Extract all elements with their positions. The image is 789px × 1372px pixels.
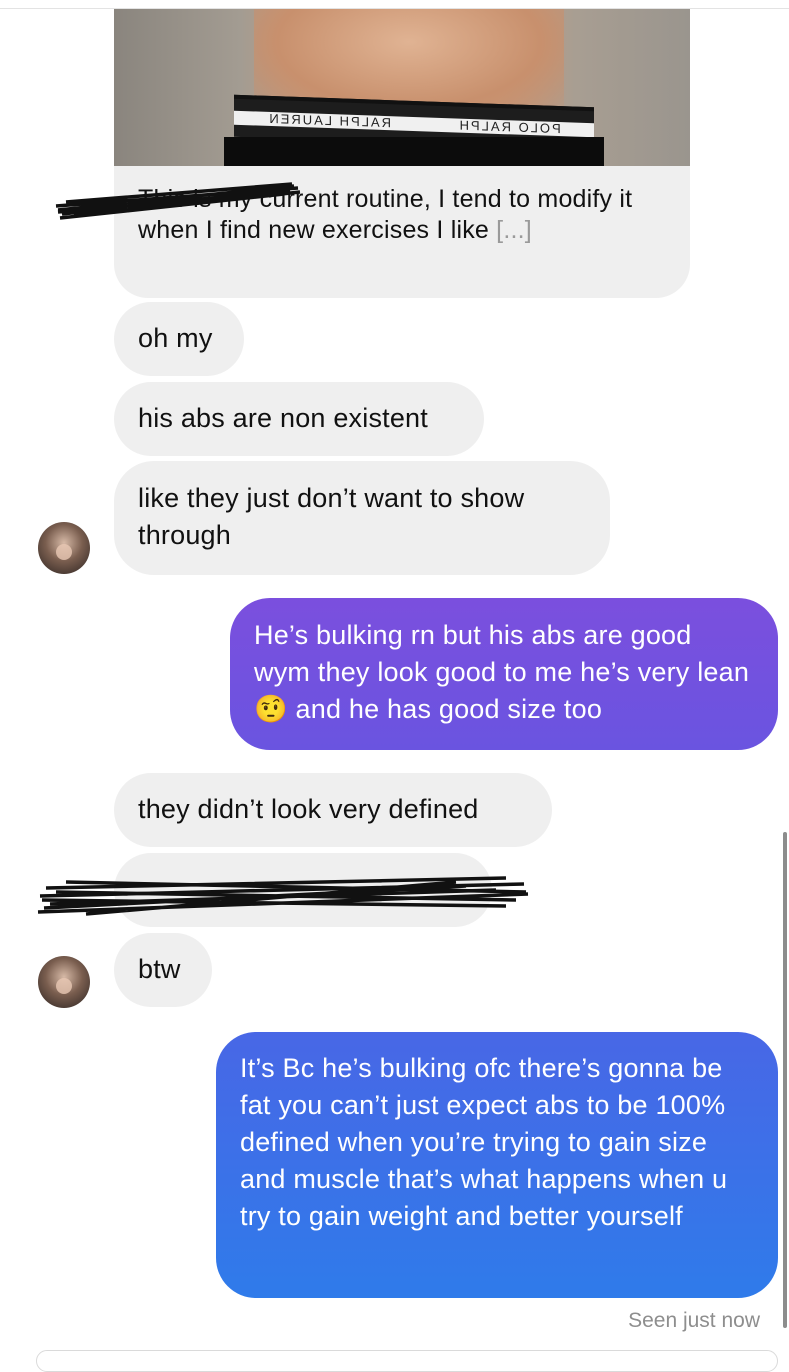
- message-text: his abs are non existent: [138, 403, 428, 433]
- message-text-part-1: He’s bulking rn but his abs are good wym…: [254, 620, 750, 687]
- photo-caption-bubble[interactable]: This is my current routine, I tend to mo…: [114, 166, 690, 298]
- photo-shorts: [224, 137, 604, 166]
- message-text: they didn’t look very defined: [138, 794, 479, 824]
- message-them-6[interactable]: btw: [114, 933, 212, 1007]
- message-them-4[interactable]: they didn’t look very defined: [114, 773, 552, 847]
- message-me-2[interactable]: It’s Bc he’s bulking ofc there’s gonna b…: [216, 1032, 778, 1298]
- caption-more-link[interactable]: [...]: [496, 216, 532, 244]
- message-text: like they just don’t want to show throug…: [138, 483, 525, 550]
- caption-text: This is my current routine, I tend to mo…: [138, 185, 633, 244]
- photo-brand-left: POLO RALPH: [457, 117, 561, 137]
- photo-brand-right: RALPH LAUREN: [267, 110, 392, 131]
- sender-avatar[interactable]: [38, 956, 90, 1008]
- message-them-3[interactable]: like they just don’t want to show throug…: [114, 461, 610, 575]
- scrollbar[interactable]: [783, 832, 787, 1328]
- shared-photo[interactable]: POLO RALPH RALPH LAUREN: [114, 9, 690, 166]
- message-text: It’s Bc he’s bulking ofc there’s gonna b…: [240, 1053, 728, 1231]
- message-them-1[interactable]: oh my: [114, 302, 244, 376]
- message-them-5-redacted[interactable]: [114, 853, 492, 927]
- photo-brand-stripe: POLO RALPH RALPH LAUREN: [234, 110, 594, 138]
- message-text: oh my: [138, 323, 213, 353]
- message-text: btw: [138, 954, 181, 984]
- sender-avatar[interactable]: [38, 522, 90, 574]
- message-me-1[interactable]: He’s bulking rn but his abs are good wym…: [230, 598, 778, 750]
- raised-eyebrow-emoji-icon: 🤨: [254, 694, 288, 725]
- message-composer[interactable]: [36, 1350, 778, 1372]
- message-text-part-2: and he has good size too: [287, 694, 603, 724]
- seen-status: Seen just now: [628, 1309, 760, 1332]
- message-them-2[interactable]: his abs are non existent: [114, 382, 484, 456]
